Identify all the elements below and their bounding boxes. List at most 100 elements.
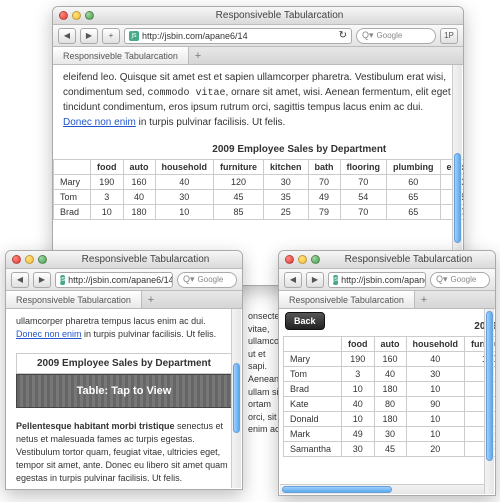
table-back-button[interactable]: Back bbox=[285, 312, 325, 330]
row-name: Mary bbox=[284, 352, 342, 367]
close-icon[interactable] bbox=[285, 255, 294, 264]
site-icon: js bbox=[333, 275, 338, 285]
reload-icon[interactable]: ↻ bbox=[339, 30, 347, 41]
link-donec-2[interactable]: Donec non enim bbox=[16, 329, 82, 339]
search-placeholder: Google bbox=[377, 31, 403, 40]
scrollbar-vertical[interactable] bbox=[484, 309, 494, 494]
col-header: auto bbox=[123, 160, 155, 175]
close-icon[interactable] bbox=[59, 11, 68, 20]
table-row: Tom3403045354954 bbox=[284, 367, 496, 382]
row-name: Mark bbox=[284, 427, 342, 442]
cell: 3 bbox=[342, 367, 375, 382]
row-name: Tom bbox=[54, 190, 91, 205]
close-icon[interactable] bbox=[12, 255, 21, 264]
new-tab-button[interactable]: + bbox=[142, 291, 160, 308]
titlebar-small-left[interactable]: Responsiveble Tabularcation bbox=[6, 251, 242, 269]
table-caption: 2009 Employee Sales by Department bbox=[53, 140, 463, 159]
search-icon: Q▾ bbox=[436, 274, 448, 285]
row-name: Brad bbox=[284, 382, 342, 397]
body-paragraph-top: ullamcorper pharetra tempus lacus enim a… bbox=[6, 309, 242, 347]
row-name: Tom bbox=[284, 367, 342, 382]
row-name: Kate bbox=[284, 397, 342, 412]
search-input[interactable]: Q▾ Google bbox=[430, 272, 490, 288]
nav-back-button[interactable]: ◀ bbox=[11, 272, 29, 288]
tab-active[interactable]: Responsiveble Tabularcation bbox=[279, 291, 415, 308]
url-input[interactable]: js http://jsbin.com/apane6/14 ↻ bbox=[328, 272, 426, 288]
cell: 70 bbox=[340, 175, 387, 190]
nav-back-button[interactable]: ◀ bbox=[58, 28, 76, 44]
new-tab-button[interactable]: + bbox=[189, 47, 207, 64]
cell: 10 bbox=[342, 382, 375, 397]
scroll-thumb[interactable] bbox=[233, 363, 240, 433]
search-placeholder: Google bbox=[198, 275, 224, 284]
cell: 90 bbox=[406, 397, 465, 412]
cell: 85 bbox=[214, 205, 264, 220]
cell: 160 bbox=[374, 352, 406, 367]
scrollbar-horizontal[interactable] bbox=[280, 484, 484, 494]
cell: 49 bbox=[308, 190, 340, 205]
url-input[interactable]: js http://jsbin.com/apane6/14 ↻ bbox=[55, 272, 173, 288]
scroll-thumb[interactable] bbox=[282, 486, 392, 493]
tap-to-view-button[interactable]: Table: Tap to View bbox=[16, 374, 232, 408]
cell: 180 bbox=[374, 382, 406, 397]
cell: 180 bbox=[374, 412, 406, 427]
nav-forward-button[interactable]: ▶ bbox=[306, 272, 324, 288]
search-input[interactable]: Q▾ Google bbox=[356, 28, 436, 44]
search-input[interactable]: Q▾ Google bbox=[177, 272, 237, 288]
cell: 180 bbox=[123, 205, 155, 220]
cell: 70 bbox=[340, 205, 387, 220]
col-header: food bbox=[91, 160, 124, 175]
minimize-icon[interactable] bbox=[72, 11, 81, 20]
sales-table-detail: 2009 Employee Sales by Depar foodautohou… bbox=[283, 317, 495, 457]
minimize-icon[interactable] bbox=[298, 255, 307, 264]
nav-forward-button[interactable]: ▶ bbox=[80, 28, 98, 44]
search-icon: Q▾ bbox=[362, 30, 374, 41]
cell: 10 bbox=[406, 412, 465, 427]
zoom-icon[interactable] bbox=[311, 255, 320, 264]
col-header: bath bbox=[308, 160, 340, 175]
tab-active[interactable]: Responsiveble Tabularcation bbox=[6, 291, 142, 308]
cell: 79 bbox=[308, 205, 340, 220]
tabstrip-small-left: Responsiveble Tabularcation + bbox=[6, 291, 242, 309]
toolbar-large: ◀ ▶ + js http://jsbin.com/apane6/14 ↻ Q▾… bbox=[53, 25, 463, 47]
cell: 10 bbox=[342, 412, 375, 427]
search-placeholder: Google bbox=[451, 275, 477, 284]
body-paragraph-bottom: Pellentesque habitant morbi tristique se… bbox=[6, 414, 242, 490]
nav-forward-button[interactable]: ▶ bbox=[33, 272, 51, 288]
site-icon: js bbox=[60, 275, 65, 285]
minimize-icon[interactable] bbox=[25, 255, 34, 264]
table-header-row: foodautohouseholdfurniturekitchenbathflo… bbox=[54, 160, 464, 175]
cell: 20 bbox=[406, 442, 465, 457]
cell: 30 bbox=[264, 175, 309, 190]
cell: 40 bbox=[406, 352, 465, 367]
table-row: Mark49301020151930 bbox=[284, 427, 496, 442]
cell: 3 bbox=[91, 190, 124, 205]
cell: 10 bbox=[155, 205, 214, 220]
col-header: plumbing bbox=[387, 160, 441, 175]
scrollbar-vertical[interactable] bbox=[231, 309, 241, 488]
cell: 40 bbox=[374, 367, 406, 382]
window-title: Responsiveble Tabularcation bbox=[328, 254, 489, 265]
cell: 70 bbox=[308, 175, 340, 190]
zoom-icon[interactable] bbox=[85, 11, 94, 20]
scroll-thumb[interactable] bbox=[486, 311, 493, 461]
nav-add-button[interactable]: + bbox=[102, 28, 120, 44]
cell: 60 bbox=[387, 175, 441, 190]
new-tab-button[interactable]: + bbox=[415, 291, 433, 308]
col-header: flooring bbox=[340, 160, 387, 175]
table-row: Mary19016040120307070603070 bbox=[54, 175, 464, 190]
row-name: Donald bbox=[284, 412, 342, 427]
nav-back-button[interactable]: ◀ bbox=[284, 272, 302, 288]
cell: 190 bbox=[91, 175, 124, 190]
scroll-thumb[interactable] bbox=[454, 153, 461, 243]
url-input[interactable]: js http://jsbin.com/apane6/14 ↻ bbox=[124, 28, 352, 44]
onepassword-button[interactable]: 1P bbox=[440, 28, 458, 44]
tab-active[interactable]: Responsiveble Tabularcation bbox=[53, 47, 189, 64]
titlebar-small-right[interactable]: Responsiveble Tabularcation bbox=[279, 251, 495, 269]
zoom-icon[interactable] bbox=[38, 255, 47, 264]
cell: 35 bbox=[264, 190, 309, 205]
cell: 45 bbox=[374, 442, 406, 457]
titlebar-large[interactable]: Responsiveble Tabularcation bbox=[53, 7, 463, 25]
cell: 65 bbox=[387, 190, 441, 205]
link-donec[interactable]: Donec non enim bbox=[63, 117, 136, 128]
